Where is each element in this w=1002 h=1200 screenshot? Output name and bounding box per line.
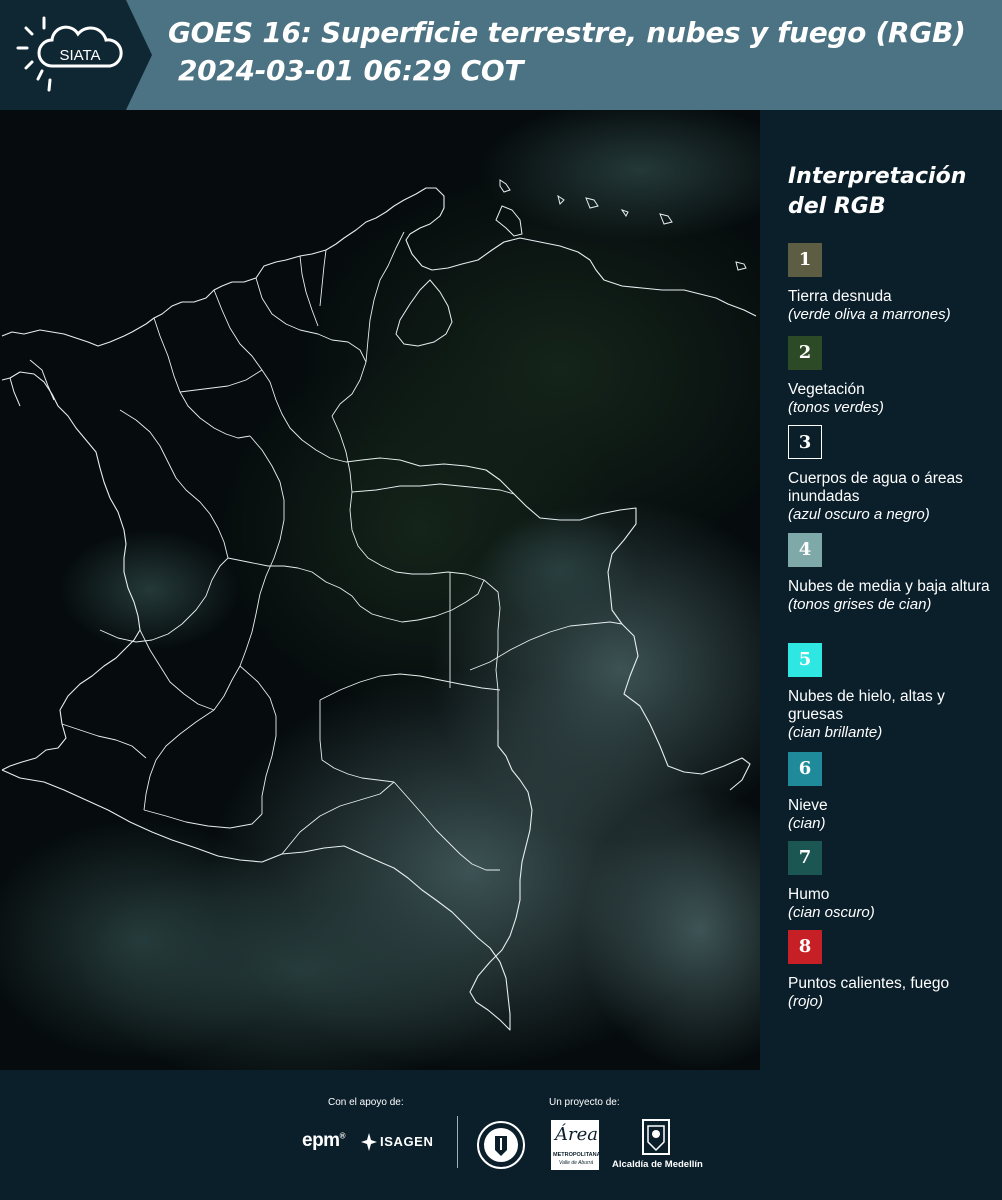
university-seal-icon [477, 1121, 525, 1169]
header-bar: SIATA GOES 16: Superficie terrestre, nub… [0, 0, 1002, 110]
legend-label: Nieve [788, 797, 828, 814]
registered-mark-icon: ® [339, 1131, 346, 1141]
legend-item-snow: 6 Nieve (cian) [788, 752, 998, 833]
legend-sublabel: (tonos verdes) [788, 399, 884, 416]
alcaldia-shield-icon [642, 1119, 670, 1155]
legend-sublabel: (rojo) [788, 993, 824, 1010]
area-metropolitana-logo: Área METROPOLITANA Valle de Aburrá [551, 1120, 601, 1170]
legend-swatch: 6 [788, 752, 822, 786]
title-line-2: 2024-03-01 06:29 COT [178, 54, 524, 87]
legend-sublabel: (azul oscuro a negro) [788, 506, 930, 523]
area-logo-sub: METROPOLITANA [553, 1152, 601, 1158]
legend-sublabel: (cian brillante) [788, 724, 883, 741]
legend-swatch: 4 [788, 533, 822, 567]
legend-label: Humo [788, 886, 830, 903]
footer-divider [457, 1116, 458, 1168]
epm-logo-text: epm [302, 1130, 340, 1151]
legend-item-bare-soil: 1 Tierra desnuda (verde oliva a marrones… [788, 243, 998, 324]
legend-swatch: 3 [788, 425, 822, 459]
legend-sublabel: (verde oliva a marrones) [788, 306, 951, 323]
area-logo-text: Área [555, 1124, 598, 1145]
legend-item-vegetation: 2 Vegetación (tonos verdes) [788, 336, 998, 417]
legend-swatch: 5 [788, 643, 822, 677]
alcaldia-logo-text: Alcaldía de Medellín [612, 1159, 703, 1170]
satellite-map [0, 110, 760, 1070]
legend-swatch: 7 [788, 841, 822, 875]
legend-panel: Interpretación del RGB 1 Tierra desnuda … [760, 110, 1002, 1070]
legend-item-ice-clouds: 5 Nubes de hielo, altas y gruesas (cian … [788, 643, 998, 742]
logo-area: SIATA [0, 0, 152, 110]
legend-item-fire: 8 Puntos calientes, fuego (rojo) [788, 930, 998, 1011]
legend-label: Puntos calientes, fuego [788, 975, 950, 992]
siata-logo: SIATA [0, 0, 152, 110]
legend-label: Vegetación [788, 381, 865, 398]
legend-sublabel: (cian oscuro) [788, 904, 875, 921]
area-logo-sub2: Valle de Aburrá [559, 1160, 594, 1166]
footer: Con el apoyo de: Un proyecto de: epm® IS… [0, 1070, 1002, 1200]
legend-swatch: 2 [788, 336, 822, 370]
isagen-star-icon [361, 1133, 377, 1151]
legend-title-line-1: Interpretación [788, 164, 967, 189]
legend-title: Interpretación del RGB [788, 162, 966, 222]
support-label: Con el apoyo de: [328, 1097, 404, 1108]
epm-logo: epm® [302, 1130, 346, 1152]
isagen-logo-text: ISAGEN [380, 1134, 434, 1149]
legend-item-smoke: 7 Humo (cian oscuro) [788, 841, 998, 922]
satellite-image [0, 110, 760, 1070]
legend-label: Nubes de hielo, altas y gruesas [788, 688, 945, 723]
legend-item-low-clouds: 4 Nubes de media y baja altura (tonos gr… [788, 533, 998, 614]
legend-sublabel: (cian) [788, 815, 826, 832]
legend-title-line-2: del RGB [788, 194, 886, 219]
isagen-logo: ISAGEN [360, 1132, 440, 1154]
title-line-1: GOES 16: Superficie terrestre, nubes y f… [168, 16, 966, 49]
legend-label: Nubes de media y baja altura [788, 578, 990, 595]
legend-label: Cuerpos de agua o áreas inundadas [788, 470, 963, 505]
legend-swatch: 1 [788, 243, 822, 277]
legend-label: Tierra desnuda [788, 288, 892, 305]
legend-sublabel: (tonos grises de cian) [788, 596, 932, 613]
legend-swatch: 8 [788, 930, 822, 964]
logo-text: SIATA [59, 47, 100, 64]
project-label: Un proyecto de: [549, 1097, 620, 1108]
legend-item-water: 3 Cuerpos de agua o áreas inundadas (azu… [788, 425, 998, 524]
page-title: GOES 16: Superficie terrestre, nubes y f… [168, 14, 966, 90]
